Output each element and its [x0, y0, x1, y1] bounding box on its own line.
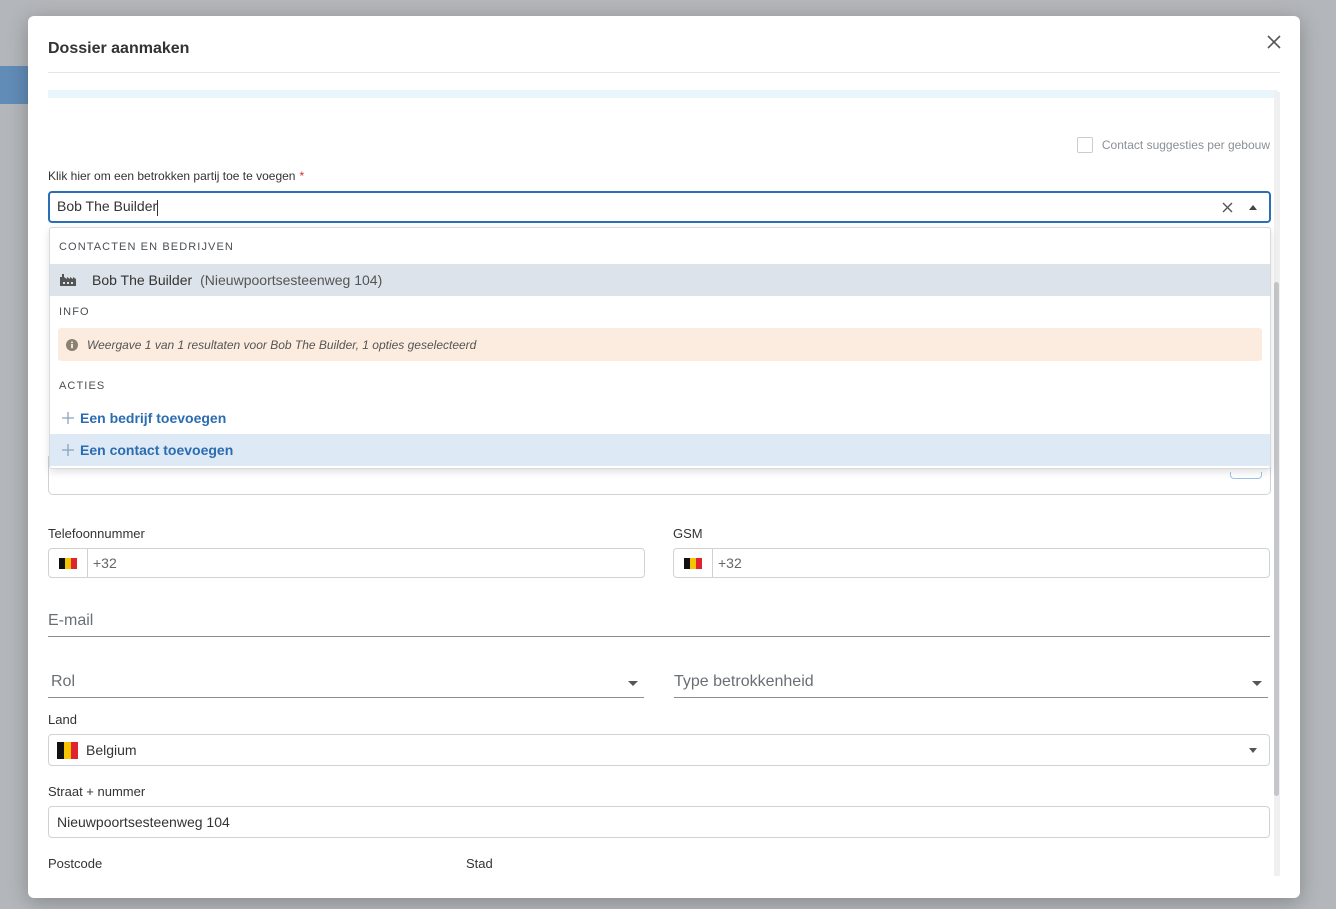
clear-button[interactable] — [1217, 202, 1237, 213]
involvement-type-select[interactable]: Type betrokkenheid — [674, 670, 1268, 698]
role-placeholder: Rol — [51, 673, 76, 690]
contact-suggestions-toggle[interactable]: Contact suggesties per gebouw — [1076, 137, 1270, 153]
party-dropdown-menu: CONTACTEN EN BEDRIJVEN Bob The Builder (… — [49, 227, 1271, 469]
gsm-prefix: +32 — [718, 555, 742, 571]
role-select[interactable]: Rol — [48, 670, 644, 698]
street-input[interactable]: Nieuwpoortsesteenweg 104 — [48, 806, 1270, 838]
phone-prefix: +32 — [93, 555, 117, 571]
email-placeholder: E-mail — [48, 612, 94, 629]
party-label-text: Klik hier om een betrokken partij toe te… — [48, 169, 296, 183]
group-contacts-title: CONTACTEN EN BEDRIJVEN — [59, 241, 234, 253]
street-label: Straat + nummer — [48, 784, 146, 799]
required-mark: * — [299, 169, 305, 183]
text-caret — [157, 199, 159, 216]
add-company-action[interactable]: Een bedrijf toevoegen — [50, 402, 1270, 434]
caret-up-icon — [1249, 204, 1257, 210]
phone-input[interactable]: +32 — [48, 548, 645, 578]
belgium-flag-icon — [59, 557, 77, 569]
involvement-type-placeholder: Type betrokkenheid — [674, 673, 814, 690]
party-input[interactable]: Bob The Builder — [50, 198, 1217, 216]
result-name: Bob The Builder — [92, 272, 193, 288]
group-actions-title: ACTIES — [59, 380, 106, 392]
belgium-flag-icon — [684, 557, 702, 569]
plus-icon — [62, 444, 74, 456]
country-value: Belgium — [86, 742, 137, 758]
info-message-text: Weergave 1 van 1 resultaten voor Bob The… — [87, 337, 477, 352]
email-field[interactable]: E-mail — [48, 610, 1270, 637]
party-input-value: Bob The Builder — [57, 198, 158, 215]
add-company-label: Een bedrijf toevoegen — [80, 410, 227, 426]
result-address: (Nieuwpoortsesteenweg 104) — [200, 272, 383, 288]
caret-down-icon — [1249, 748, 1257, 753]
close-button[interactable] — [1262, 30, 1286, 54]
add-contact-action[interactable]: Een contact toevoegen — [50, 434, 1270, 466]
city-label: Stad — [466, 856, 493, 871]
info-banner-strip — [48, 90, 1278, 98]
country-label: Land — [48, 712, 77, 727]
obscured-field-button[interactable] — [1230, 472, 1262, 479]
gsm-label: GSM — [673, 526, 703, 541]
chevron-down-icon — [628, 681, 638, 686]
gsm-input[interactable]: +32 — [673, 548, 1270, 578]
dropdown-toggle[interactable] — [1243, 204, 1263, 210]
street-value: Nieuwpoortsesteenweg 104 — [57, 814, 230, 830]
modal-title: Dossier aanmaken — [48, 40, 190, 57]
plus-icon — [62, 412, 74, 424]
clear-icon — [1222, 202, 1232, 212]
phone-label: Telefoonnummer — [48, 526, 145, 541]
contact-suggestions-checkbox[interactable] — [1076, 137, 1093, 153]
backdrop-page — [0, 66, 28, 104]
scrollbar-thumb[interactable] — [1274, 282, 1279, 796]
create-dossier-modal: Dossier aanmaken Contact suggesties per … — [28, 16, 1300, 898]
belgium-flag-icon — [57, 741, 78, 759]
result-option[interactable]: Bob The Builder (Nieuwpoortsesteenweg 10… — [50, 264, 1270, 296]
postcode-label: Postcode — [48, 856, 103, 871]
phone-country-selector[interactable] — [49, 549, 88, 577]
party-field-label: Klik hier om een betrokken partij toe te… — [48, 169, 304, 183]
add-contact-label: Een contact toevoegen — [80, 442, 234, 458]
info-message: Weergave 1 van 1 resultaten voor Bob The… — [58, 328, 1262, 361]
country-select[interactable]: Belgium — [48, 734, 1270, 766]
header-divider — [48, 72, 1280, 73]
gsm-country-selector[interactable] — [674, 549, 713, 577]
close-icon — [1267, 35, 1281, 49]
party-combobox[interactable]: Bob The Builder — [48, 191, 1271, 223]
chevron-down-icon — [1252, 681, 1262, 686]
factory-icon — [60, 274, 76, 286]
group-info-title: INFO — [59, 306, 90, 318]
info-circle-icon — [66, 338, 78, 351]
contact-suggestions-label: Contact suggesties per gebouw — [1101, 138, 1270, 152]
